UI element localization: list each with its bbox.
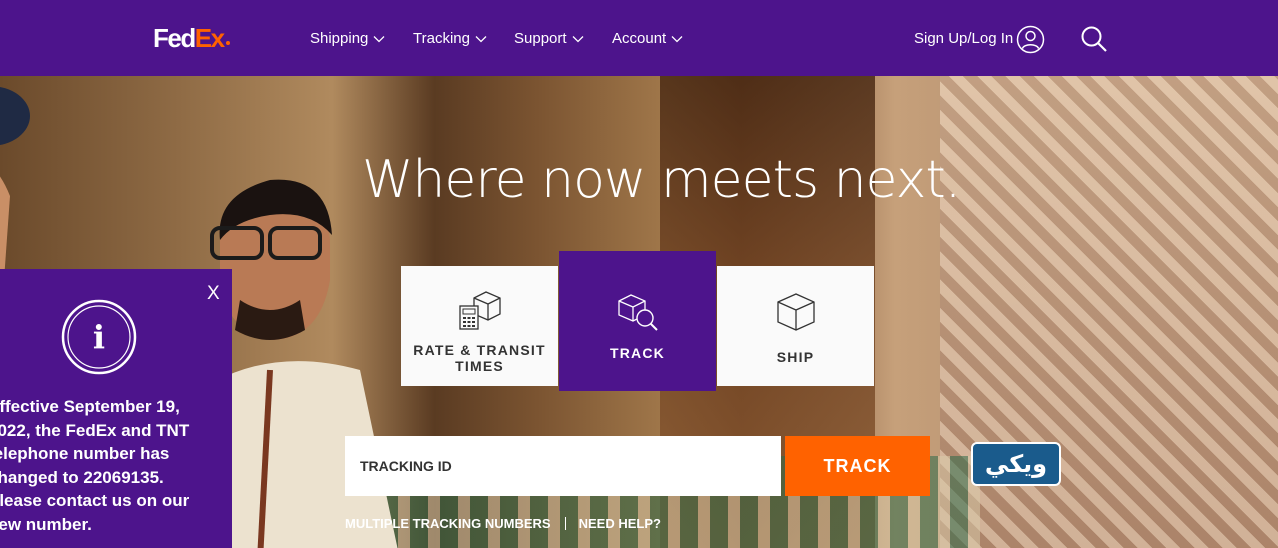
tile-ship[interactable]: SHIP (717, 266, 874, 386)
tile-track-label: TRACK (610, 345, 665, 361)
tile-track[interactable]: TRACK (559, 251, 716, 391)
logo-dot (225, 41, 230, 45)
info-glyph: i (93, 318, 105, 356)
hero-headline: Where now meets next. (362, 150, 961, 210)
nav-tracking[interactable]: Tracking (413, 30, 487, 47)
nav-account-label: Account (612, 30, 667, 47)
fedex-logo[interactable]: FedEx (153, 24, 230, 52)
tile-rate-transit[interactable]: RATE & TRANSIT TIMES (401, 266, 558, 386)
tile-rate-label-line1: RATE & TRANSIT (413, 342, 546, 358)
track-button[interactable]: TRACK (785, 436, 930, 496)
nav-tracking-label: Tracking (413, 30, 470, 47)
signin-link[interactable]: Sign Up/Log In (914, 30, 1013, 47)
need-help-link[interactable]: NEED HELP? (579, 516, 661, 531)
logo-ex: Ex (194, 23, 225, 53)
chevron-down-icon (373, 35, 385, 42)
box-icon (776, 293, 815, 331)
site-header: FedEx Shipping Tracking Support Account … (0, 0, 1278, 76)
tile-ship-label: SHIP (776, 349, 815, 365)
nav-account[interactable]: Account (612, 30, 683, 47)
chevron-down-icon (572, 35, 584, 42)
user-icon[interactable] (1016, 25, 1045, 54)
tracking-id-input[interactable] (345, 436, 781, 496)
multiple-tracking-link[interactable]: MULTIPLE TRACKING NUMBERS (345, 516, 551, 531)
nav-shipping-label: Shipping (310, 30, 369, 47)
calculator-box-icon (458, 291, 501, 330)
nav-support[interactable]: Support (514, 30, 584, 47)
search-icon[interactable] (1080, 25, 1108, 53)
tracking-links: MULTIPLE TRACKING NUMBERS NEED HELP? (345, 516, 661, 531)
notice-panel: X i Effective September 19, 2022, the Fe… (0, 269, 232, 548)
nav-support-label: Support (514, 30, 567, 47)
nav-shipping[interactable]: Shipping (310, 30, 385, 47)
wiki-badge[interactable]: ويكي (971, 442, 1061, 486)
box-magnifier-icon (617, 294, 658, 331)
chevron-down-icon (475, 35, 487, 42)
chevron-down-icon (671, 35, 683, 42)
tile-rate-label-line2: TIMES (455, 358, 504, 374)
link-separator (564, 517, 566, 530)
logo-fed: Fed (153, 23, 196, 53)
notice-message: Effective September 19, 2022, the FedEx … (0, 397, 190, 534)
info-icon: i (61, 299, 137, 375)
tile-rate-label: RATE & TRANSIT TIMES (413, 342, 545, 374)
close-icon[interactable]: X (207, 283, 220, 305)
